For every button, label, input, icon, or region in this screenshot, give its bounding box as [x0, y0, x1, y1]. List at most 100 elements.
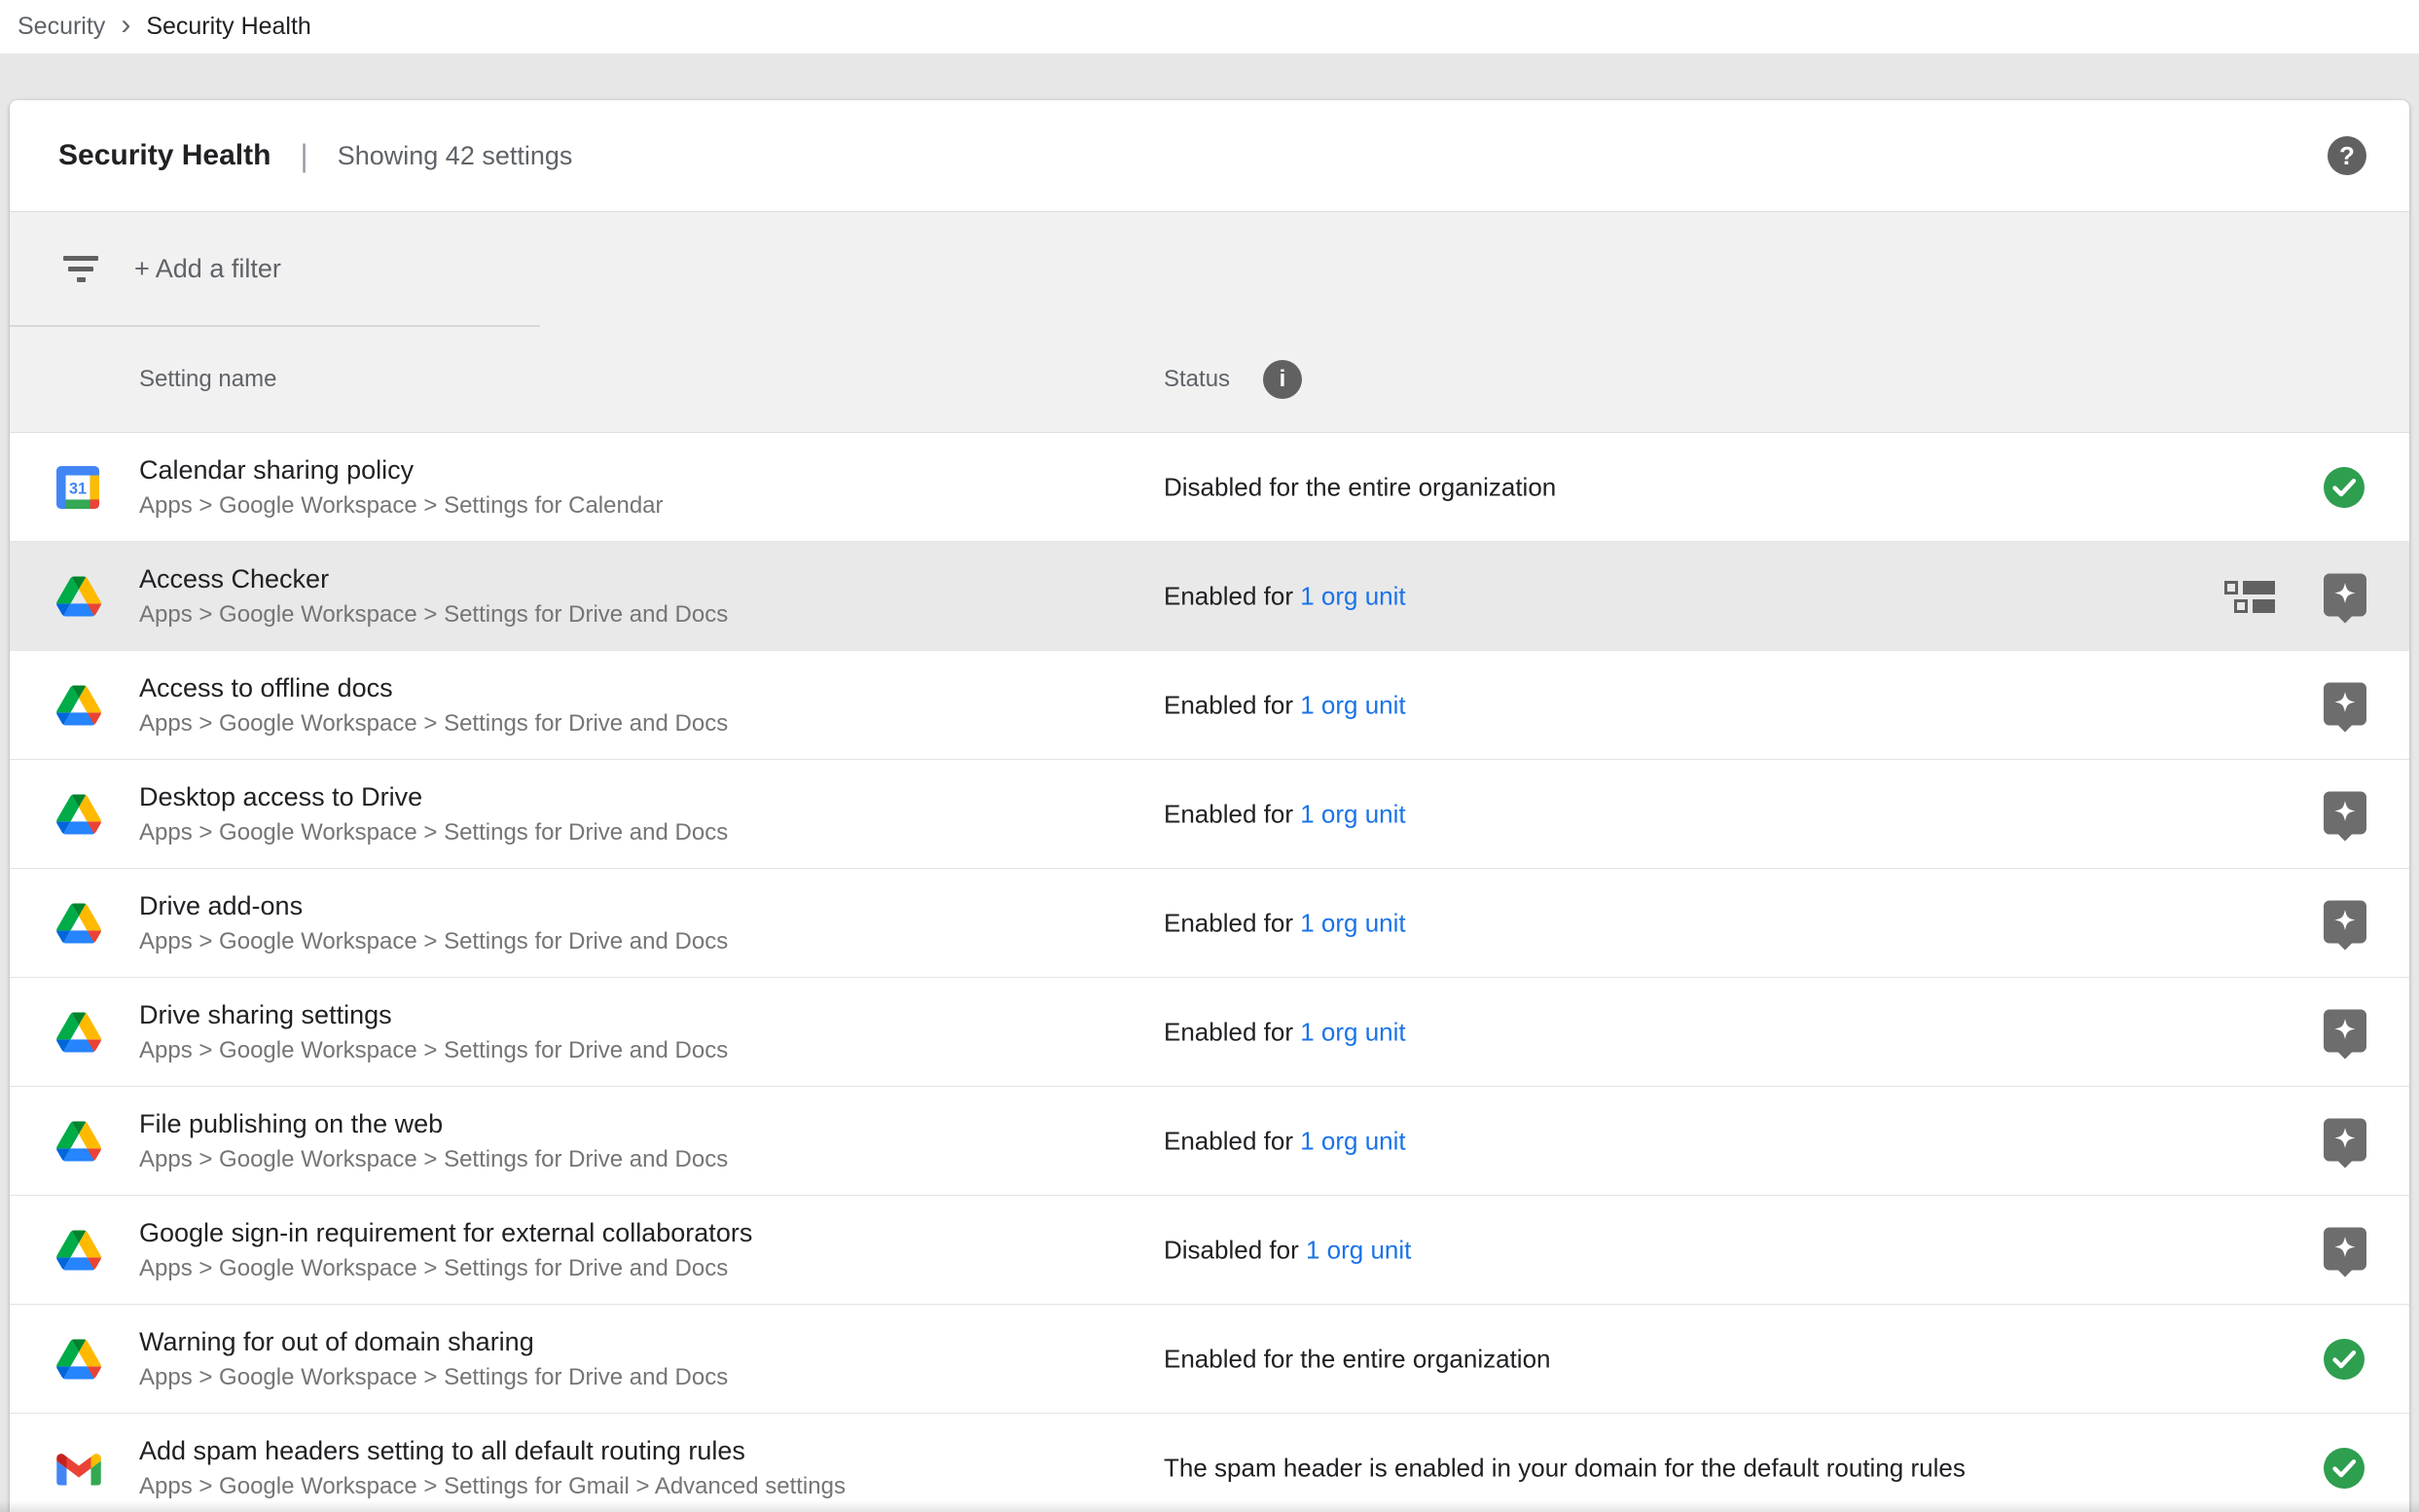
setting-name-cell: Drive sharing settings Apps > Google Wor… — [139, 1000, 1151, 1064]
drive-icon — [56, 903, 101, 943]
setting-path: Apps > Google Workspace > Settings for D… — [139, 601, 1151, 629]
setting-name: Warning for out of domain sharing — [139, 1327, 1151, 1357]
setting-name: File publishing on the web — [139, 1109, 1151, 1139]
status-cell: Enabled for 1 org unit — [1164, 908, 1406, 938]
product-icon-cell: 31 — [56, 466, 105, 509]
org-unit-link[interactable]: 1 org unit — [1300, 1126, 1405, 1155]
table-row[interactable]: 31 Access Checker Ap — [10, 542, 2409, 651]
setting-name: Google sign-in requirement for external … — [139, 1218, 1151, 1248]
product-icon-cell: 31 — [56, 794, 105, 834]
drive-icon — [56, 794, 101, 834]
product-icon-cell: 31 — [56, 1230, 105, 1270]
table-header: Setting name Status i — [10, 326, 2409, 432]
product-icon-cell: 31 — [56, 576, 105, 616]
page-title: Security Health — [58, 139, 271, 172]
drive-icon — [56, 576, 101, 616]
setting-name-cell: Drive add-ons Apps > Google Workspace > … — [139, 891, 1151, 955]
svg-text:31: 31 — [69, 480, 87, 497]
setting-name-cell: Access to offline docs Apps > Google Wor… — [139, 673, 1151, 738]
status-text: Enabled for — [1164, 1017, 1300, 1046]
setting-name-cell: Calendar sharing policy Apps > Google Wo… — [139, 455, 1151, 520]
recommendation-badge-icon[interactable] — [2324, 573, 2366, 623]
setting-name-cell: File publishing on the web Apps > Google… — [139, 1109, 1151, 1173]
status-text: Enabled for — [1164, 1126, 1300, 1155]
table-row[interactable]: 31 Desktop access to Drive — [10, 760, 2409, 869]
setting-path: Apps > Google Workspace > Settings for D… — [139, 1364, 1151, 1391]
drive-icon — [56, 1339, 101, 1379]
filter-bar[interactable]: + Add a filter — [10, 212, 2409, 326]
add-filter-label[interactable]: + Add a filter — [134, 254, 281, 284]
setting-name-cell: Desktop access to Drive Apps > Google Wo… — [139, 782, 1151, 846]
setting-name: Access Checker — [139, 564, 1151, 594]
recommendation-badge-icon[interactable] — [2324, 1227, 2366, 1277]
recommendation-badge-icon[interactable] — [2324, 900, 2366, 950]
status-cell: Disabled for the entire organization — [1164, 472, 1556, 502]
setting-path: Apps > Google Workspace > Settings for D… — [139, 710, 1151, 738]
org-unit-link[interactable]: 1 org unit — [1300, 690, 1405, 719]
card-header: Security Health | Showing 42 settings ? — [10, 100, 2409, 212]
status-text: Enabled for the entire organization — [1164, 1344, 1551, 1373]
org-chart-icon — [2224, 580, 2275, 613]
org-unit-link[interactable]: 1 org unit — [1300, 799, 1405, 828]
column-setting-name: Setting name — [139, 366, 276, 393]
org-unit-link[interactable]: 1 org unit — [1300, 1017, 1405, 1046]
recommendation-badge-icon[interactable] — [2324, 682, 2366, 732]
gmail-icon — [56, 1451, 101, 1485]
table-row[interactable]: 31 Google sign-in requirem — [10, 1196, 2409, 1305]
drive-icon — [56, 1230, 101, 1270]
filter-icon — [63, 256, 98, 283]
product-icon-cell: 31 — [56, 1451, 105, 1485]
status-text: Enabled for — [1164, 908, 1300, 937]
calendar-icon: 31 — [56, 466, 99, 509]
setting-name: Drive sharing settings — [139, 1000, 1151, 1030]
table-row[interactable]: 31 File publishing on the — [10, 1087, 2409, 1196]
setting-path: Apps > Google Workspace > Settings for D… — [139, 1255, 1151, 1282]
table-row[interactable]: 31 Calendar sharing policy — [10, 433, 2409, 542]
table-row[interactable]: 31 Drive add-ons App — [10, 869, 2409, 978]
product-icon-cell: 31 — [56, 903, 105, 943]
status-info-icon[interactable]: i — [1263, 360, 1302, 399]
product-icon-cell: 31 — [56, 1121, 105, 1161]
breadcrumb-parent[interactable]: Security — [18, 13, 105, 41]
setting-name-cell: Access Checker Apps > Google Workspace >… — [139, 564, 1151, 629]
status-text: Enabled for — [1164, 799, 1300, 828]
status-cell: Enabled for 1 org unit — [1164, 1126, 1406, 1156]
table-row[interactable]: 31 Drive sharing settings — [10, 978, 2409, 1087]
drive-icon — [56, 685, 101, 725]
recommendation-badge-icon[interactable] — [2324, 1118, 2366, 1168]
product-icon-cell: 31 — [56, 685, 105, 725]
table-row[interactable]: 31 Add spam headers settin — [10, 1414, 2409, 1512]
title-separator: | — [300, 138, 307, 174]
breadcrumb: Security › Security Health — [0, 0, 2419, 54]
product-icon-cell: 31 — [56, 1339, 105, 1379]
table-row[interactable]: 31 Access to offline docs — [10, 651, 2409, 760]
setting-name: Desktop access to Drive — [139, 782, 1151, 812]
org-unit-link[interactable]: 1 org unit — [1300, 581, 1405, 610]
org-unit-link[interactable]: 1 org unit — [1306, 1235, 1411, 1264]
chevron-right-icon: › — [121, 11, 130, 44]
setting-name: Add spam headers setting to all default … — [139, 1436, 1151, 1466]
table-row[interactable]: 31 Warning for out of doma — [10, 1305, 2409, 1414]
recommendation-badge-icon[interactable] — [2324, 1009, 2366, 1059]
setting-name: Access to offline docs — [139, 673, 1151, 703]
help-icon[interactable]: ? — [2328, 136, 2366, 175]
status-cell: Enabled for 1 org unit — [1164, 581, 1406, 611]
setting-path: Apps > Google Workspace > Settings for C… — [139, 492, 1151, 520]
recommendation-badge-icon[interactable] — [2324, 791, 2366, 841]
setting-path: Apps > Google Workspace > Settings for G… — [139, 1473, 1151, 1500]
breadcrumb-current: Security Health — [146, 13, 311, 41]
status-cell: Enabled for 1 org unit — [1164, 690, 1406, 720]
org-unit-link[interactable]: 1 org unit — [1300, 908, 1405, 937]
setting-name-cell: Warning for out of domain sharing Apps >… — [139, 1327, 1151, 1391]
column-status: Status — [1164, 366, 1230, 393]
settings-table-body: 31 Calendar sharing policy — [10, 433, 2409, 1512]
setting-path: Apps > Google Workspace > Settings for D… — [139, 928, 1151, 955]
status-cell: Enabled for the entire organization — [1164, 1344, 1551, 1374]
status-text: Disabled for the entire organization — [1164, 472, 1556, 501]
setting-name: Drive add-ons — [139, 891, 1151, 921]
status-cell: Enabled for 1 org unit — [1164, 799, 1406, 829]
status-cell: Disabled for 1 org unit — [1164, 1235, 1411, 1265]
status-text: The spam header is enabled in your domai… — [1164, 1453, 1966, 1482]
status-cell: Enabled for 1 org unit — [1164, 1017, 1406, 1047]
drive-icon — [56, 1121, 101, 1161]
